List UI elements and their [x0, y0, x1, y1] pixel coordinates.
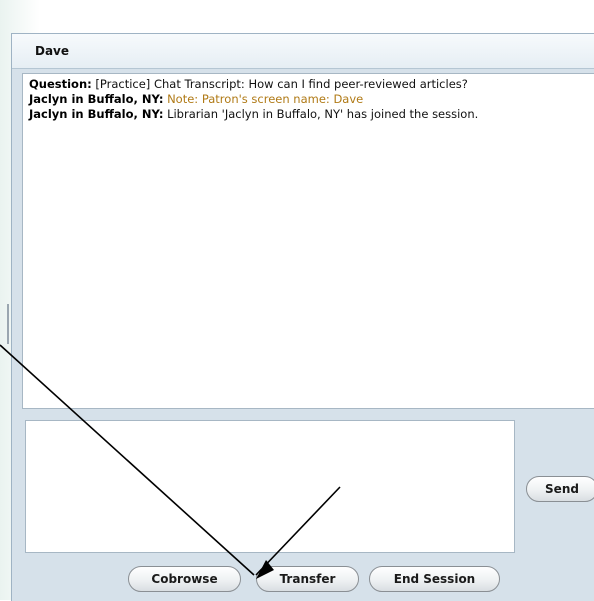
annotation-arrow	[0, 344, 341, 579]
